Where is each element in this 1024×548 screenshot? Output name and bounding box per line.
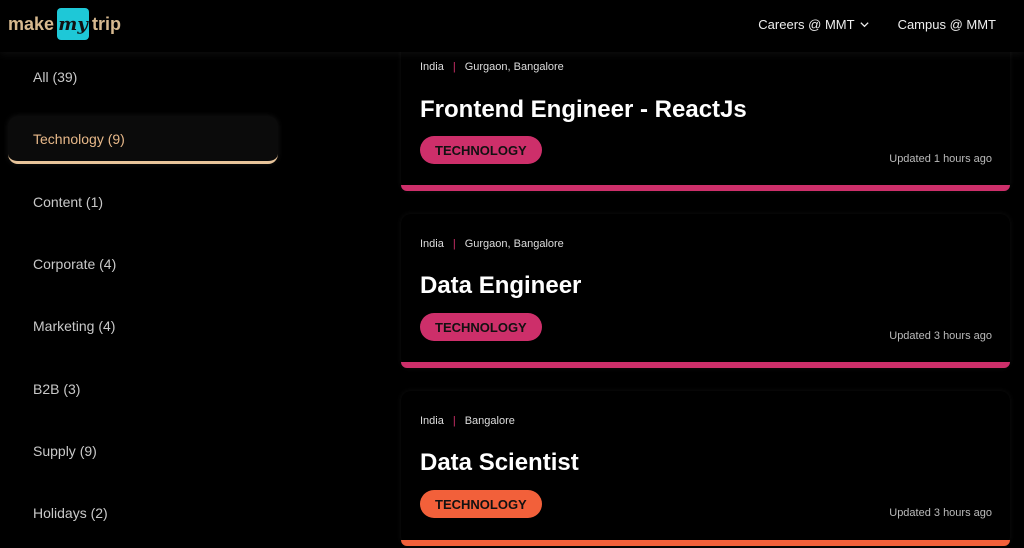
job-title[interactable]: Frontend Engineer - ReactJs [420,96,747,124]
nav-careers-label: Careers @ MMT [758,16,855,32]
category-content[interactable]: Content (1) [33,194,103,210]
job-location: India | Bangalore [420,415,515,427]
location-separator: | [452,61,456,73]
logo-text-make: make [8,13,55,34]
nav-campus-link[interactable]: Campus @ MMT [898,17,996,32]
job-updated-time: Updated 3 hours ago [889,507,992,519]
job-card[interactable]: India | Gurgaon, Bangalore Data Engineer… [401,214,1010,368]
job-card[interactable]: India | Gurgaon, Bangalore Frontend Engi… [401,40,1010,191]
category-technology[interactable]: Technology (9) [8,116,278,164]
category-corporate[interactable]: Corporate (4) [33,256,116,272]
nav-campus-label: Campus @ MMT [897,16,996,32]
job-cities: Gurgaon, Bangalore [464,238,564,250]
category-technology-label: Technology (9) [33,130,125,147]
job-cities: Gurgaon, Bangalore [464,61,564,73]
makemytrip-logo[interactable]: make my trip [8,6,121,42]
category-holidays[interactable]: Holidays (2) [33,505,108,521]
job-updated-time: Updated 1 hours ago [889,153,992,165]
job-country: India [420,238,444,250]
category-all[interactable]: All (39) [33,69,77,85]
card-accent-bar [401,185,1010,191]
job-country: India [420,61,444,73]
job-category-tag: TECHNOLOGY [420,490,542,518]
job-cities: Bangalore [464,415,515,427]
nav-careers-dropdown[interactable]: Careers @ MMT [758,17,869,32]
job-category-tag: TECHNOLOGY [420,136,542,164]
category-marketing[interactable]: Marketing (4) [33,318,115,334]
card-accent-bar [401,362,1010,368]
job-country: India [420,415,444,427]
top-nav: Careers @ MMT Campus @ MMT [758,0,996,48]
job-updated-time: Updated 3 hours ago [889,330,992,342]
chevron-down-icon [859,21,869,27]
logo-text-trip: trip [92,13,122,34]
category-supply[interactable]: Supply (9) [33,443,97,459]
location-separator: | [452,415,456,427]
job-title[interactable]: Data Engineer [420,272,581,300]
job-category-tag: TECHNOLOGY [420,313,542,341]
job-card[interactable]: India | Bangalore Data Scientist TECHNOL… [401,391,1010,546]
location-separator: | [452,238,456,250]
job-location: India | Gurgaon, Bangalore [420,238,564,250]
logo-badge: my [57,8,90,40]
job-title[interactable]: Data Scientist [420,449,579,477]
job-location: India | Gurgaon, Bangalore [420,61,564,73]
category-b2b[interactable]: B2B (3) [33,381,80,397]
top-header: make my trip Careers @ MMT Campus @ MMT [0,0,1024,52]
logo-text-my: my [58,13,88,35]
card-accent-bar [401,540,1010,546]
